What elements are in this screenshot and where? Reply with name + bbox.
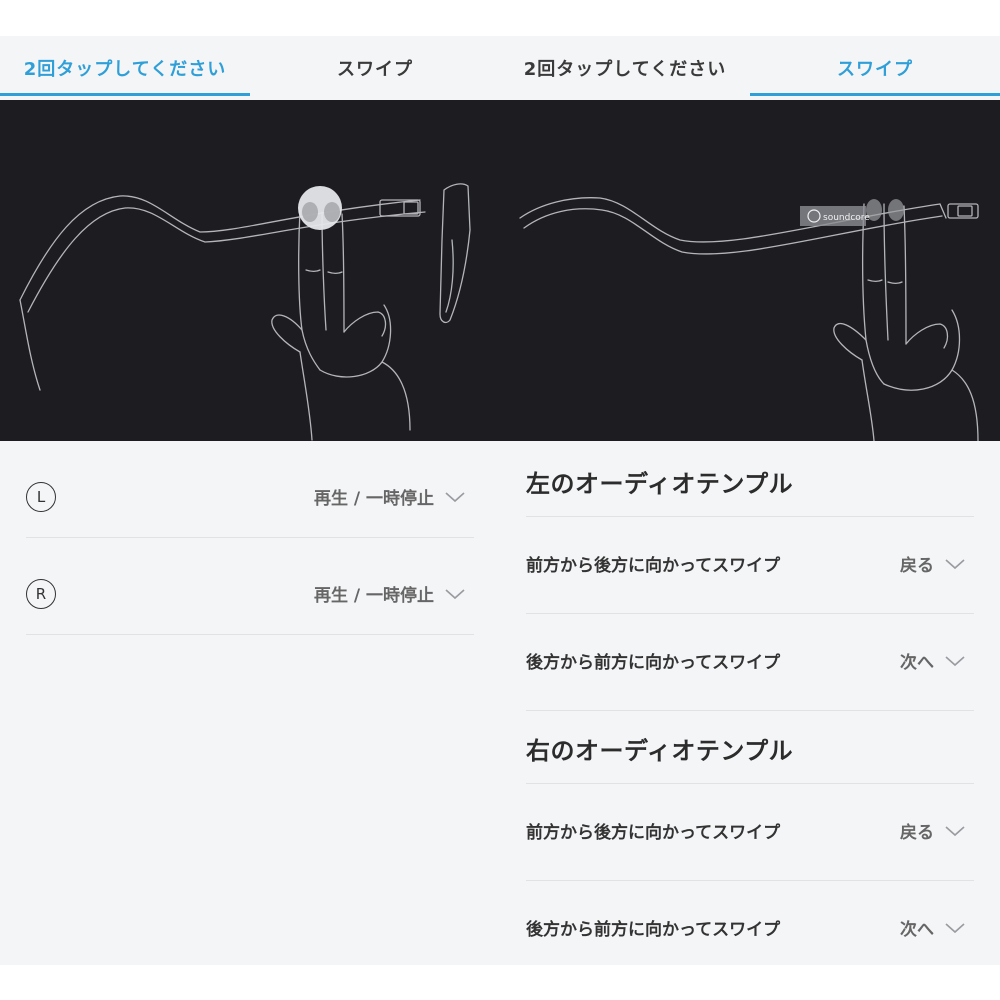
chevron-down-icon (945, 825, 965, 836)
active-tab-indicator (0, 93, 250, 96)
right-side-icon: R (26, 579, 56, 609)
double-tap-illustration (0, 100, 500, 441)
swipe-illustration: soundcore (500, 100, 1000, 441)
brand-label: soundcore (823, 213, 870, 223)
gesture-row[interactable]: 前方から後方に向かってスワイプ 戻る (526, 783, 974, 880)
glasses-double-tap-image (19, 183, 471, 441)
right-tab-bar: 2回タップしてください スワイプ (500, 36, 1000, 100)
gesture-row[interactable]: 前方から後方に向かってスワイプ 戻る (526, 516, 974, 613)
side-letter: R (35, 585, 47, 603)
action-value: 再生 / 一時停止 (313, 489, 434, 509)
brand-plate: soundcore (800, 206, 870, 226)
action-dropdown[interactable]: 次へ (900, 648, 966, 673)
left-panel: 2回タップしてください スワイプ L 再生 / 一時停止 R 再生 / 一時停止 (0, 36, 500, 965)
left-temple-row[interactable]: L 再生 / 一時停止 (26, 441, 474, 538)
chevron-down-icon (945, 922, 965, 933)
gesture-row[interactable]: 後方から前方に向かってスワイプ 次へ (526, 880, 974, 965)
left-side-icon: L (26, 482, 56, 512)
action-value: 戻る (900, 823, 934, 843)
action-value: 再生 / 一時停止 (313, 586, 434, 606)
chevron-down-icon (945, 558, 965, 569)
section-title-left-temple: 左のオーディオテンプル (526, 470, 794, 498)
left-tab-bar: 2回タップしてください スワイプ (0, 36, 500, 100)
glasses-swipe-image: soundcore (519, 197, 979, 441)
action-value: 次へ (900, 920, 934, 940)
right-temple-row[interactable]: R 再生 / 一時停止 (26, 538, 474, 635)
tab-swipe[interactable]: スワイプ (750, 36, 1000, 100)
action-dropdown[interactable]: 次へ (900, 915, 966, 940)
chevron-down-icon (445, 491, 465, 502)
action-value: 戻る (900, 556, 934, 576)
gesture-label: 前方から後方に向かってスワイプ (526, 823, 781, 843)
tab-swipe[interactable]: スワイプ (250, 36, 500, 100)
section-title-right-temple: 右のオーディオテンプル (526, 737, 794, 765)
gesture-label: 後方から前方に向かってスワイプ (526, 653, 781, 673)
tab-double-tap[interactable]: 2回タップしてください (500, 36, 750, 100)
action-dropdown[interactable]: 戻る (900, 551, 966, 576)
action-dropdown[interactable]: 再生 / 一時停止 (314, 484, 466, 509)
action-dropdown[interactable]: 再生 / 一時停止 (314, 581, 466, 606)
divider (526, 710, 974, 711)
right-panel: 2回タップしてください スワイプ soundcore 左のオーディオテンプル 前… (500, 36, 1000, 965)
gesture-label: 後方から前方に向かってスワイプ (526, 920, 781, 940)
chevron-down-icon (445, 588, 465, 599)
tab-label: スワイプ (837, 59, 913, 80)
active-tab-indicator (750, 93, 1000, 96)
action-value: 次へ (900, 653, 934, 673)
tab-double-tap[interactable]: 2回タップしてください (0, 36, 250, 100)
side-letter: L (36, 488, 46, 506)
action-dropdown[interactable]: 戻る (900, 818, 966, 843)
tab-label: 2回タップしてください (23, 59, 227, 80)
tab-label: スワイプ (337, 59, 413, 80)
chevron-down-icon (945, 655, 965, 666)
tab-label: 2回タップしてください (523, 59, 727, 80)
gesture-row[interactable]: 後方から前方に向かってスワイプ 次へ (526, 613, 974, 710)
gesture-label: 前方から後方に向かってスワイプ (526, 556, 781, 576)
